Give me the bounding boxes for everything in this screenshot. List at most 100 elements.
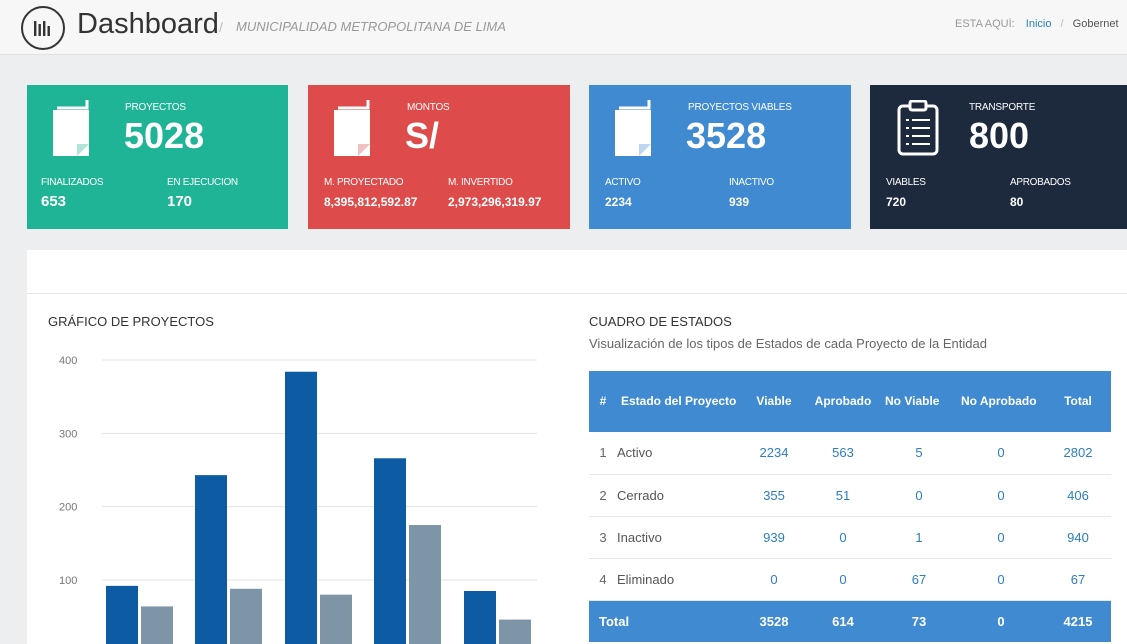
- col-header-no-viable: No Viable: [881, 371, 957, 432]
- table-row: 3 Inactivo 939 0 1 0 940: [589, 516, 1111, 559]
- card-subvalue: 2,973,296,319.97: [448, 195, 542, 209]
- cell-index: 3: [589, 516, 617, 559]
- cell-no-viable[interactable]: 5: [881, 432, 957, 475]
- card-sublabel: FINALIZADOS: [41, 177, 104, 188]
- cell-no-aprobado[interactable]: 0: [957, 432, 1045, 475]
- cell-no-aprobado[interactable]: 0: [957, 474, 1045, 517]
- card-value: 5028: [124, 115, 205, 156]
- card-subvalue: 80: [1010, 195, 1024, 209]
- cell-viable[interactable]: 2234: [743, 432, 805, 475]
- title-separator: /: [219, 19, 223, 35]
- page-title: Dashboard: [77, 8, 219, 40]
- card-sublabel: INACTIVO: [729, 177, 774, 188]
- card-label: MONTOS: [407, 102, 450, 113]
- col-header-estado: Estado del Proyecto: [617, 371, 743, 432]
- col-header-total: Total: [1045, 371, 1111, 432]
- chart-bar[interactable]: [285, 371, 317, 644]
- cell-total[interactable]: 2802: [1045, 432, 1111, 475]
- main-panel: GRÁFICO DE PROYECTOS 100 200 300 400 CUADRO…: [27, 250, 1127, 644]
- col-header-no-aprobado: No Aprobado: [957, 371, 1045, 432]
- cell-aprobado[interactable]: 0: [805, 516, 881, 559]
- table-row: 2 Cerrado 355 51 0 0 406: [589, 474, 1111, 517]
- cell-estado: Eliminado: [617, 558, 743, 601]
- cell-estado: Cerrado: [617, 474, 743, 517]
- cell-aprobado[interactable]: 0: [805, 558, 881, 601]
- total-viable: 3528: [743, 600, 805, 642]
- card-sublabel: VIABLES: [886, 177, 926, 188]
- chart-bar[interactable]: [141, 606, 173, 644]
- projects-bar-chart: 100 200 300 400: [57, 345, 547, 644]
- cell-no-viable[interactable]: 1: [881, 516, 957, 559]
- cell-no-aprobado[interactable]: 0: [957, 558, 1045, 601]
- card-sublabel: EN EJECUCION: [167, 177, 238, 188]
- y-tick-label: 300: [59, 428, 77, 440]
- cell-index: 4: [589, 558, 617, 601]
- stat-card-transporte: TRANSPORTE 800 VIABLES 720 APROBADOS 80: [870, 85, 1127, 229]
- document-icon: [615, 100, 651, 156]
- stat-card-proyectos-viables: PROYECTOS VIABLES 3528 ACTIVO 2234 INACT…: [589, 85, 851, 229]
- card-sublabel: APROBADOS: [1010, 177, 1071, 188]
- cell-index: 1: [589, 432, 617, 475]
- cell-total[interactable]: 406: [1045, 474, 1111, 517]
- bar-chart-icon: [21, 6, 65, 50]
- y-tick-label: 200: [59, 502, 77, 514]
- card-sublabel: M. INVERTIDO: [448, 177, 513, 188]
- col-header-viable: Viable: [743, 371, 805, 432]
- breadcrumb-home-link[interactable]: Inicio: [1026, 18, 1052, 30]
- table-title: CUADRO DE ESTADOS: [589, 314, 732, 329]
- cell-estado: Activo: [617, 432, 743, 475]
- page-subtitle: MUNICIPALIDAD METROPOLITANA DE LIMA: [236, 19, 506, 34]
- card-subvalue: 720: [886, 195, 907, 209]
- chart-bar[interactable]: [106, 585, 138, 644]
- chart-bar[interactable]: [499, 619, 531, 644]
- page-header: Dashboard / MUNICIPALIDAD METROPOLITANA …: [0, 0, 1127, 55]
- chart-bar[interactable]: [230, 588, 262, 644]
- card-subvalue: 939: [729, 195, 750, 209]
- card-sublabel: M. PROYECTADO: [324, 177, 404, 188]
- card-value: 3528: [686, 115, 767, 156]
- cell-aprobado[interactable]: 563: [805, 432, 881, 475]
- card-label: PROYECTOS VIABLES: [688, 102, 792, 113]
- chart-bar[interactable]: [195, 475, 227, 644]
- panel-top-bar: [27, 250, 1127, 294]
- cell-total[interactable]: 67: [1045, 558, 1111, 601]
- table-row: 1 Activo 2234 563 5 0 2802: [589, 432, 1111, 475]
- y-tick-label: 400: [59, 355, 77, 367]
- breadcrumb-prefix: ESTA AQUÍ:: [955, 18, 1015, 30]
- total-no-aprobado: 0: [957, 600, 1045, 642]
- states-table: # Estado del Proyecto Viable Aprobado No…: [589, 371, 1111, 642]
- total-no-viable: 73: [881, 600, 957, 642]
- breadcrumb: ESTA AQUÍ: Inicio / Gobernet: [955, 18, 1127, 30]
- card-subvalue: 170: [167, 193, 193, 210]
- table-header-row: # Estado del Proyecto Viable Aprobado No…: [589, 371, 1111, 432]
- cell-aprobado[interactable]: 51: [805, 474, 881, 517]
- total-label: Total: [589, 600, 743, 642]
- chart-bar[interactable]: [374, 458, 406, 644]
- cell-no-viable[interactable]: 0: [881, 474, 957, 517]
- breadcrumb-separator: /: [1060, 18, 1064, 30]
- cell-viable[interactable]: 939: [743, 516, 805, 559]
- stat-card-montos: MONTOS S/ M. PROYECTADO 8,395,812,592.87…: [308, 85, 570, 229]
- card-label: TRANSPORTE: [969, 102, 1036, 113]
- chart-bar[interactable]: [320, 594, 352, 644]
- cell-viable[interactable]: 0: [743, 558, 805, 601]
- cell-no-viable[interactable]: 67: [881, 558, 957, 601]
- card-value: S/: [405, 115, 440, 156]
- table-row: 4 Eliminado 0 0 67 0 67: [589, 558, 1111, 601]
- cell-no-aprobado[interactable]: 0: [957, 516, 1045, 559]
- document-icon: [53, 100, 89, 156]
- card-subvalue: 2234: [605, 195, 632, 209]
- card-subvalue: 653: [41, 193, 67, 210]
- stat-card-proyectos: PROYECTOS 5028 FINALIZADOS 653 EN EJECUC…: [27, 85, 288, 229]
- total-total: 4215: [1045, 600, 1111, 642]
- document-icon: [334, 100, 370, 156]
- clipboard-icon: [897, 100, 939, 156]
- chart-bar[interactable]: [409, 525, 441, 644]
- cell-total[interactable]: 940: [1045, 516, 1111, 559]
- card-subvalue: 8,395,812,592.87: [324, 195, 418, 209]
- chart-bar[interactable]: [464, 591, 496, 644]
- chart-title: GRÁFICO DE PROYECTOS: [48, 314, 214, 329]
- table-description: Visualización de los tipos de Estados de…: [589, 336, 987, 351]
- table-total-row: Total 3528 614 73 0 4215: [589, 600, 1111, 642]
- cell-viable[interactable]: 355: [743, 474, 805, 517]
